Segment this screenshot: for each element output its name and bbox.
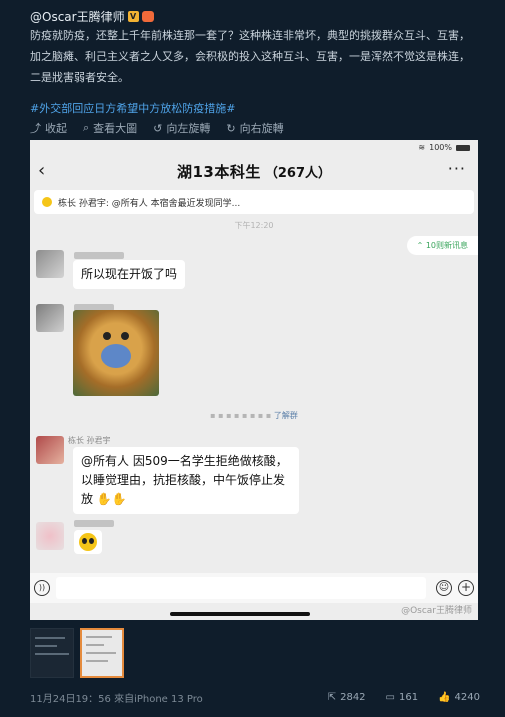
hashtag-link[interactable]: #外交部回应日方希望中方放松防疫措施# bbox=[30, 100, 235, 116]
back-chevron-icon: ‹ bbox=[38, 160, 46, 181]
image-thumbnails bbox=[30, 628, 124, 678]
battery-icon bbox=[456, 144, 470, 151]
announcement-icon bbox=[42, 197, 52, 207]
emoji-icon: ☺ bbox=[436, 580, 452, 596]
phone-status-bar: ≋ 100% bbox=[30, 140, 478, 154]
new-messages-pill: ⌃ 10则新讯息 bbox=[406, 236, 478, 255]
thumb-line bbox=[86, 644, 104, 646]
avatar bbox=[36, 436, 64, 464]
thumbnail-1[interactable] bbox=[30, 628, 74, 678]
rotate-right-button[interactable]: ↻ 向右旋轉 bbox=[226, 120, 283, 136]
battery-percent: 100% bbox=[429, 143, 452, 152]
author-name[interactable]: @Oscar王腾律师 bbox=[30, 8, 125, 25]
new-messages-label: 10则新讯息 bbox=[425, 241, 468, 250]
thumb-line bbox=[86, 652, 116, 654]
chat-title: 湖13本科生 bbox=[176, 162, 261, 181]
blurred-name bbox=[74, 520, 114, 527]
thumb-line bbox=[86, 636, 112, 638]
avatar bbox=[36, 250, 64, 278]
chat-header: ‹ 湖13本科生 （267人） ··· bbox=[30, 154, 478, 188]
thumbnail-2-selected[interactable] bbox=[80, 628, 124, 678]
verified-badge-icon: V bbox=[127, 11, 139, 22]
collapse-icon: ⤴ bbox=[30, 122, 41, 135]
announcement-bubble: @所有人 因509一名学生拒绝做核酸，以睡觉理由，抗拒核酸，中午饭停止发放 ✋✋ bbox=[73, 447, 299, 514]
surprised-face-icon bbox=[79, 533, 97, 551]
member-badge-icon bbox=[141, 11, 154, 22]
blurred-name bbox=[74, 252, 124, 259]
comment-count: 161 bbox=[399, 692, 419, 703]
repost-button[interactable]: ⇱ 2842 bbox=[328, 692, 366, 703]
sticker-eye bbox=[121, 332, 129, 340]
thumb-line bbox=[35, 637, 65, 639]
avatar bbox=[36, 522, 64, 550]
system-notice: ▪ ▪ ▪ ▪ ▪ ▪ ▪ ▪ 了解群 bbox=[210, 411, 298, 420]
thumb-line bbox=[86, 660, 108, 662]
comment-button[interactable]: ▭ 161 bbox=[386, 692, 419, 703]
like-count: 4240 bbox=[454, 692, 480, 703]
weibo-post: @Oscar王腾律师 V 防疫就防疫，还整上千年前株连那一套了？这种株连非常坏，… bbox=[0, 0, 505, 717]
message-input bbox=[56, 577, 426, 599]
view-large-label: 查看大圖 bbox=[93, 122, 138, 135]
post-body: 防疫就防疫，还整上千年前株连那一套了？这种株连非常坏，典型的挑拨群众互斗、互害，… bbox=[30, 29, 470, 84]
avatar bbox=[36, 304, 64, 332]
rotate-right-label: 向右旋轉 bbox=[239, 122, 284, 135]
pinned-announcement: 栋长 孙君宇: @所有人 本宿舍最近发现同学... bbox=[34, 190, 474, 214]
pinned-text: 栋长 孙君宇: @所有人 本宿舍最近发现同学... bbox=[58, 198, 241, 209]
crying-bear-sticker bbox=[73, 310, 159, 396]
voice-icon: )) bbox=[34, 580, 50, 596]
more-icon: ··· bbox=[447, 159, 466, 178]
sender-name: 栋长 孙君宇 bbox=[68, 436, 111, 445]
thumb-line bbox=[35, 645, 57, 647]
sticker-eye bbox=[103, 332, 111, 340]
post-time: 11月24日19：56 來自iPhone 13 Pro bbox=[30, 694, 203, 705]
watermark: @Oscar王腾律师 bbox=[401, 606, 472, 616]
emoji-message bbox=[74, 530, 102, 554]
sticker-tears bbox=[101, 344, 131, 368]
member-count: （267人） bbox=[264, 165, 331, 181]
rotate-right-icon: ↻ bbox=[226, 121, 236, 135]
chat-screenshot[interactable]: ≋ 100% ‹ 湖13本科生 （267人） ··· 栋长 孙君宇: @所有人 … bbox=[30, 140, 478, 620]
wifi-icon: ≋ bbox=[418, 143, 426, 152]
view-large-button[interactable]: ⌕ 查看大圖 bbox=[83, 120, 137, 136]
comment-icon: ▭ bbox=[385, 692, 395, 703]
message-bubble: 所以现在开饭了吗 bbox=[73, 260, 186, 289]
repost-count: 2842 bbox=[340, 692, 366, 703]
post-author[interactable]: @Oscar王腾律师 V bbox=[30, 8, 154, 25]
collapse-label: 收起 bbox=[45, 122, 67, 135]
repost-icon: ⇱ bbox=[327, 692, 337, 703]
up-arrow-icon: ⌃ bbox=[416, 241, 426, 250]
image-actions: ⤴ 收起 ⌕ 查看大圖 ↺ 向左旋轉 ↻ 向右旋轉 bbox=[30, 120, 284, 136]
like-button[interactable]: 👍 4240 bbox=[438, 692, 480, 703]
plus-icon: + bbox=[458, 580, 474, 596]
chat-timestamp: 下午12:20 bbox=[234, 221, 274, 230]
post-footer: 11月24日19：56 來自iPhone 13 Pro ⇱ 2842 ▭ 161… bbox=[30, 690, 480, 705]
collapse-button[interactable]: ⤴ 收起 bbox=[30, 120, 67, 136]
like-icon: 👍 bbox=[438, 692, 451, 703]
home-indicator bbox=[170, 612, 310, 616]
bowing-hands-icon: ✋✋ bbox=[96, 492, 127, 506]
zoom-icon: ⌕ bbox=[83, 121, 90, 134]
chat-input-bar: )) ☺ + bbox=[30, 573, 478, 603]
rotate-left-icon: ↺ bbox=[153, 121, 163, 135]
thumb-line bbox=[35, 653, 69, 655]
rotate-left-label: 向左旋轉 bbox=[166, 122, 211, 135]
rotate-left-button[interactable]: ↺ 向左旋轉 bbox=[153, 120, 210, 136]
system-notice-link: 了解群 bbox=[273, 411, 298, 420]
